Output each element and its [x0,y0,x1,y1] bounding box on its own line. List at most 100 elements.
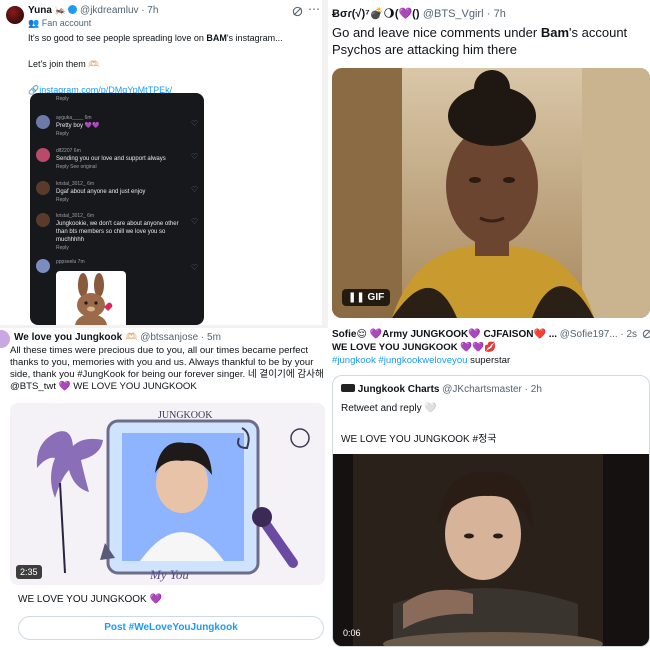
quoted-handle[interactable]: @JKchartsmaster [442,384,522,395]
comment-user: ayguka____ 6m [56,115,92,121]
comment: kristal_3012_ 6m Dgaf about anyone and j… [36,181,200,207]
video-duration: 0:06 [343,628,361,638]
handle[interactable]: @jkdreamluv [80,5,139,16]
more-icon[interactable]: ⋯ [308,2,320,16]
gif-label: GIF [367,292,385,303]
heart-icon[interactable]: ♡ [191,185,198,194]
comment-user: kristal_3012_ 6m [56,213,95,219]
comment: Reply [36,96,200,106]
heart-icon[interactable]: ♡ [191,263,198,272]
quoted-text-line: Retweet and reply 🤍 [341,403,437,414]
name-emoji: 🦗 [54,5,66,15]
comment-reply: Reply See original [56,164,97,170]
tweet-yuna[interactable]: Yuna 🦗 @jkdreamluv · 7h ⋯ 👥 Fan account … [0,0,322,325]
tweet-text: All these times were precious due to you… [10,345,324,392]
timestamp[interactable]: · 7h [141,5,158,16]
text-bold: Bam [540,25,570,40]
text-part: Let's join them [28,59,86,69]
heart-icon[interactable]: ♡ [191,119,198,128]
text-part: It's so good to see people spreading lov… [28,33,207,43]
text-part: Go and leave nice comments under [332,25,541,40]
comment-text: Pretty boy 💜💜 [56,123,100,129]
tweet-hashtags: #jungkook #jungkookweloveyou superstar [332,355,510,366]
grok-icon[interactable] [642,329,650,339]
comment-reply: Reply [56,197,69,203]
text-part: superstar [470,355,511,366]
quoted-name[interactable]: Jungkook Charts [358,384,440,395]
gif-badge[interactable]: ❚❚ GIF [342,289,391,306]
verified-icon [68,5,78,14]
quoted-text-line: WE LOVE YOU JUNGKOOK #정국 [341,434,497,445]
art-title: JUNGKOOK [158,410,213,421]
handle[interactable]: @Sofie197... [560,329,618,340]
comment: kristal_3012_ 6m Jungkookie, we don't ca… [36,213,200,253]
comment-reply: Reply [56,131,69,137]
comment-text: Sending you our love and support always [56,156,166,162]
tweet-btssanjose[interactable]: We love you Jungkook 🫶🏻 @btssanjose · 5m… [0,328,328,650]
fan-account-label: 👥 Fan account [28,18,91,29]
tweet-text: WE LOVE YOU JUNGKOOK 💜💜💋 [332,342,497,353]
handle[interactable]: @btssanjose [140,332,198,343]
post-hashtag-button[interactable]: Post #WeLoveYouJungkook [18,616,324,640]
quoted-tweet[interactable]: Jungkook Charts @JKchartsmaster · 2h Ret… [332,375,650,647]
commenter-avatar [36,148,50,162]
hashtag-link[interactable]: #jungkookweloveyou [378,355,467,366]
comment-text: Dgaf about anyone and just enjoy [56,189,146,195]
timestamp[interactable]: · 5m [201,332,221,343]
reply-label: Reply [56,96,69,102]
heart-icon[interactable]: ♡ [191,152,198,161]
comment-text: Jungkookie, we don't care about anyone o… [56,221,179,243]
comment: dlf2207 6m Sending you our love and supp… [36,148,200,180]
name-emoji: 🫶🏻 [124,332,138,343]
instagram-comments-screenshot[interactable]: Reply ayguka____ 6m Pretty boy 💜💜 Reply … [30,93,204,325]
tweet-header: Sofie😌 💜Army JUNGKOOK💜 CJFAISON❤️ ... @S… [332,329,637,340]
quoted-header: Jungkook Charts @JKchartsmaster · 2h [341,384,542,395]
timestamp[interactable]: · 7h [487,8,506,20]
timestamp[interactable]: · 2s [620,329,637,340]
bunny-sticker [56,271,126,325]
fan-account-text: Fan account [41,18,92,28]
fanart-image: JUNGKOOK My You [10,403,325,585]
grok-icon[interactable] [292,6,303,17]
display-name[interactable]: We love you Jungkook [14,332,122,343]
comment: ayguka____ 6m Pretty boy 💜💜 Reply ♡ [36,115,200,141]
commenter-avatar [36,213,50,227]
video-frame [333,454,649,646]
text-part: Psychos are attacking him there [332,42,517,57]
heart-hands-emoji: 🫶🏻 [88,59,100,69]
video-media[interactable]: JUNGKOOK My You 2:35 [10,403,325,585]
text-part: 's account [569,25,628,40]
tweet-text: Go and leave nice comments under Bam's a… [332,24,648,58]
commenter-avatar [36,181,50,195]
tweet-text: It's so good to see people spreading lov… [28,32,308,97]
tweet-bts-vgirl[interactable]: Ƀσɾ(√)⁷💣🌖(💜() @BTS_Vgirl · 7h Go and lea… [328,0,650,325]
commenter-avatar [36,115,50,129]
pause-icon[interactable]: ❚❚ [348,292,365,303]
text-bold: BAM [206,33,227,43]
handle[interactable]: @BTS_Vgirl [423,8,484,20]
avatar[interactable] [0,330,10,348]
tweet-sofie[interactable]: Sofie😌 💜Army JUNGKOOK💜 CJFAISON❤️ ... @S… [328,325,650,650]
hashtag-link[interactable]: #jungkook [332,355,376,366]
tweet-header: Ƀσɾ(√)⁷💣🌖(💜() @BTS_Vgirl · 7h [332,6,506,20]
comment-user: pppseelu 7m [56,259,85,265]
quoted-video[interactable]: 0:06 [333,454,649,646]
display-name[interactable]: Ƀσɾ(√)⁷💣🌖(💜() [332,8,420,20]
tweet-header: Yuna 🦗 @jkdreamluv · 7h [28,5,158,16]
display-name[interactable]: Sofie😌 💜Army JUNGKOOK💜 CJFAISON❤️ ... [332,329,557,340]
video-duration: 2:35 [16,565,42,579]
commenter-avatar [36,259,50,273]
avatar[interactable] [6,6,24,24]
gif-media[interactable]: ❚❚ GIF [332,68,650,318]
comment-user: kristal_3012_ 6m [56,181,95,187]
comment-user: dlf2207 6m [56,148,81,154]
display-name[interactable]: Yuna [28,5,52,16]
comment-reply: Reply [56,245,69,251]
quoted-time[interactable]: · 2h [525,384,542,395]
text-part: 's instagram... [226,33,283,43]
heart-icon[interactable]: ♡ [191,217,198,226]
fan-account-icon: 👥 [28,18,40,28]
art-subtitle: My You [149,567,189,582]
tweet-header: We love you Jungkook 🫶🏻 @btssanjose · 5m [14,332,221,343]
embed-text: WE LOVE YOU JUNGKOOK 💜 [18,594,162,605]
